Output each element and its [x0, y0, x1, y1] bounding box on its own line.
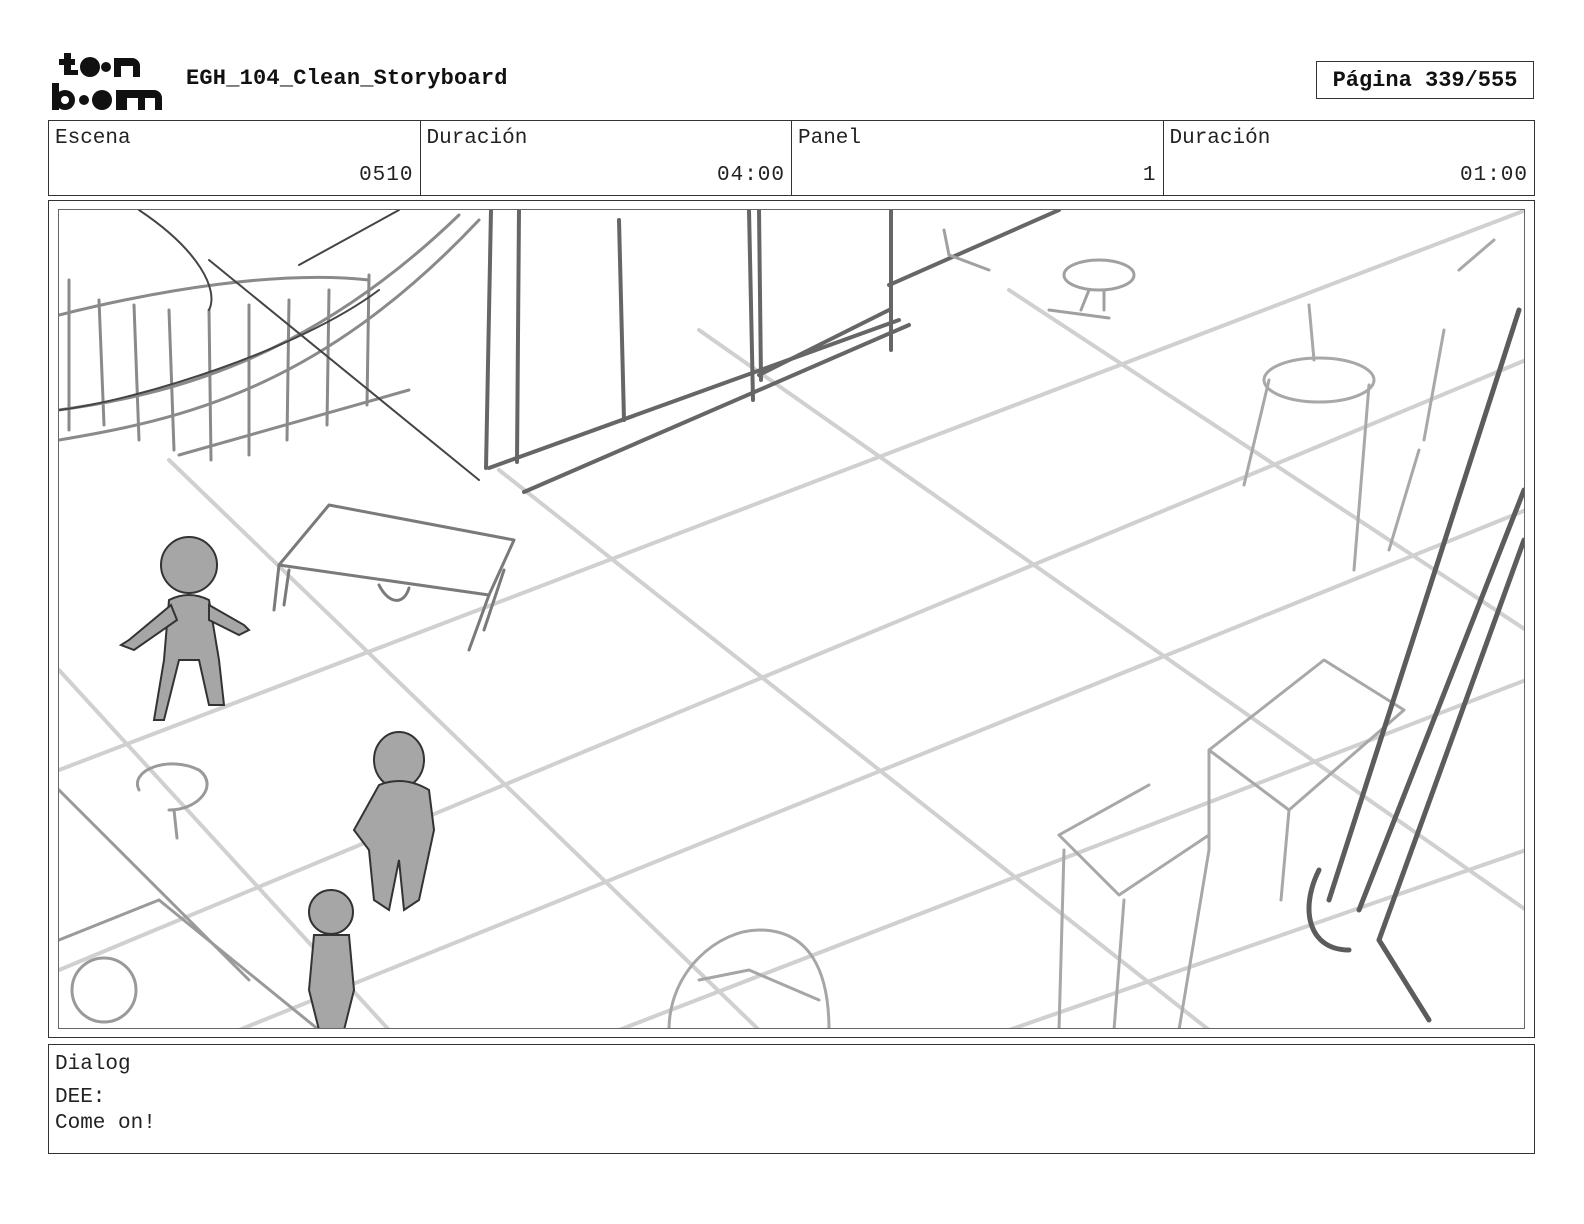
scene-duration-value: 04:00 [716, 164, 785, 187]
scene-value: 0510 [359, 164, 414, 187]
storyboard-panel-frame [48, 200, 1535, 1038]
storyboard-panel-drawing [58, 209, 1525, 1029]
scene-cell: Escena 0510 [49, 121, 421, 195]
scene-duration-label: Duración [426, 127, 528, 150]
characters [118, 536, 436, 1028]
page-counter: Página 339/555 [1316, 61, 1534, 99]
document-title: EGH_104_Clean_Storyboard [186, 66, 508, 91]
table-left [272, 503, 516, 652]
stool-top [942, 228, 1136, 320]
character-bear [352, 731, 436, 912]
dialog-box: Dialog DEE: Come on! [48, 1044, 1535, 1154]
panel-cell: Panel 1 [792, 121, 1164, 195]
counter-dark-lines [59, 210, 480, 481]
sketch-illustration [59, 210, 1524, 1028]
scene-duration-cell: Duración 04:00 [421, 121, 792, 195]
counter-bottom-left [59, 762, 319, 1028]
toon-boom-logo [50, 50, 165, 112]
character-small [307, 889, 356, 1028]
panel-duration-label: Duración [1169, 127, 1271, 150]
panel-label: Panel [798, 127, 862, 150]
back-wall [484, 210, 1061, 494]
dialog-line: Come on! [55, 1112, 156, 1135]
dialog-speaker: DEE: [55, 1086, 106, 1109]
panel-info-row: Escena 0510 Duración 04:00 Panel 1 Durac… [48, 120, 1535, 196]
furniture-right [1057, 238, 1496, 1028]
floor-grid [59, 210, 1524, 1028]
dialog-label: Dialog [55, 1053, 131, 1076]
character-dee [118, 536, 251, 721]
panel-duration-value: 01:00 [1459, 164, 1528, 187]
counter-rail [59, 213, 481, 462]
panel-duration-cell: Duración 01:00 [1164, 121, 1535, 195]
panel-value: 1 [1142, 164, 1157, 187]
scene-label: Escena [55, 127, 131, 150]
